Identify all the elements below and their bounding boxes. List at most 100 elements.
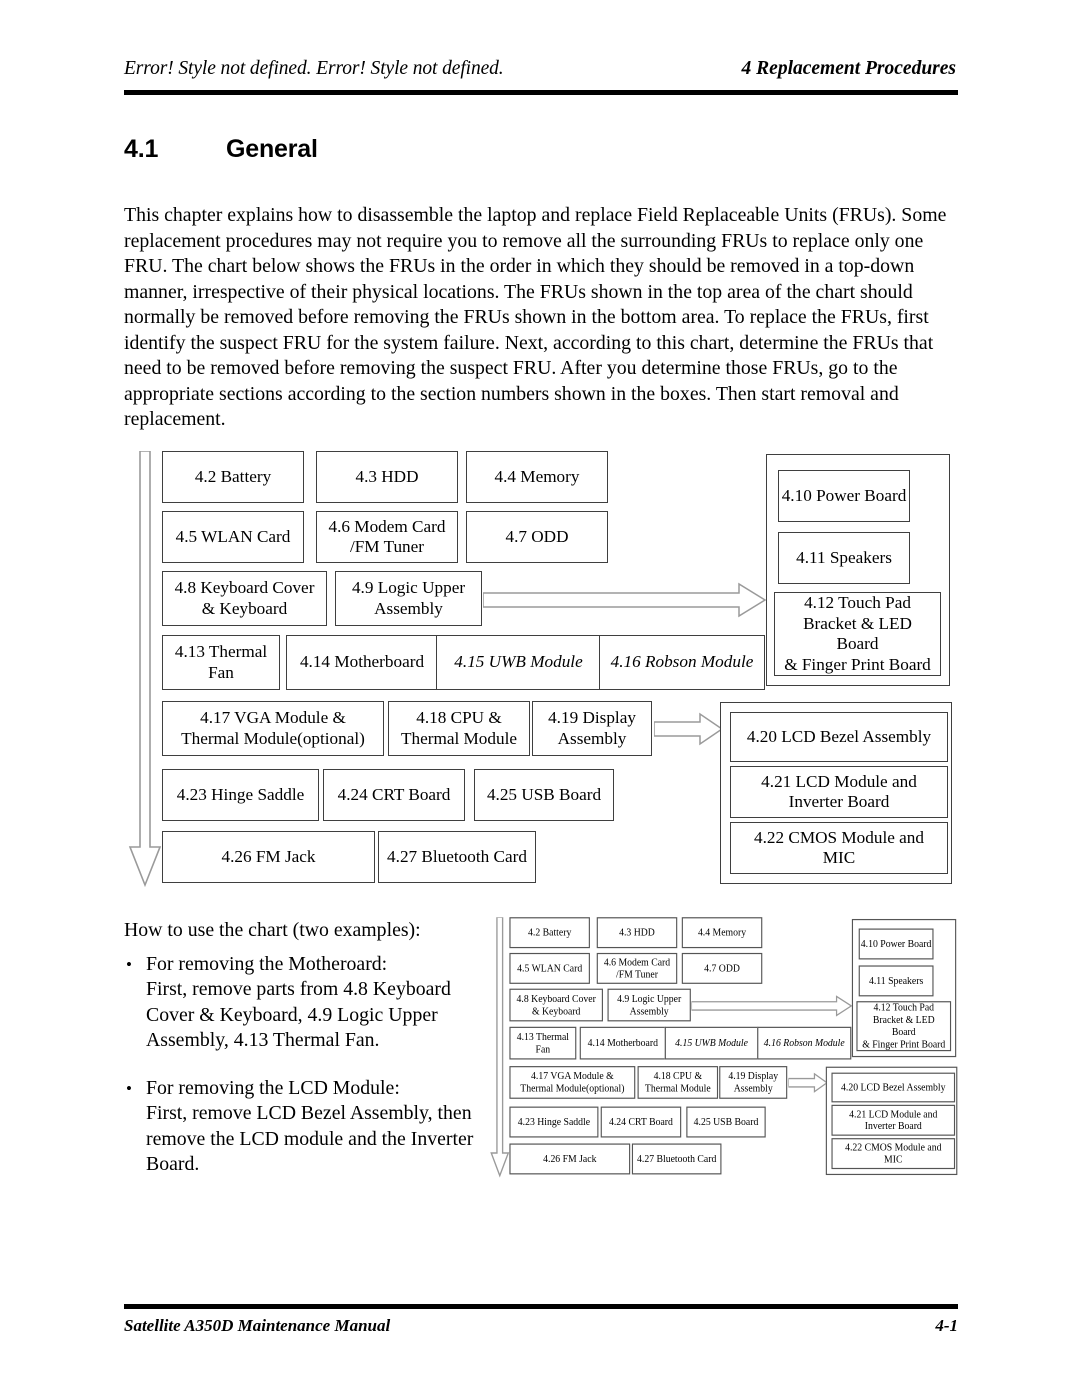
- chart-box-label: 4.11 Speakers: [868, 974, 924, 987]
- howto-item-detail: First, remove LCD Bezel Assembly, then r…: [146, 1102, 474, 1175]
- howto-item-title: For removing the Motheroard:: [146, 952, 388, 975]
- chart-box-b413: 4.13 Thermal Fan: [509, 1026, 577, 1060]
- chart-box-label: 4.7 ODD: [704, 962, 740, 974]
- howto-section: How to use the chart (two examples): • F…: [124, 918, 484, 1200]
- chart-box-b414: 4.14 Motherboard: [579, 1026, 666, 1060]
- chart-box-label: 4.26 FM Jack: [221, 846, 316, 866]
- arrow-right-lower-icon: [788, 1072, 829, 1093]
- fru-removal-chart: 4.2 Battery 4.3 HDD 4.4 Memory 4.5 WLAN Car…: [126, 449, 952, 889]
- footer-page-number: 4-1: [935, 1316, 958, 1335]
- thumbnail-chart-inner: 4.2 Battery 4.3 HDD 4.4 Memory 4.5 WLAN Car…: [489, 916, 958, 1178]
- chart-box-b425: 4.25 USB Board: [474, 769, 614, 821]
- chart-box-label: 4.26 FM Jack: [543, 1152, 597, 1165]
- chart-box-label: 4.13 Thermal Fan: [174, 642, 268, 682]
- chart-box-label: 4.16 Robson Module: [763, 1037, 845, 1049]
- chart-box-b416: 4.16 Robson Module: [599, 635, 765, 690]
- chart-box-label: 4.8 Keyboard Cover & Keyboard: [516, 992, 596, 1017]
- chart-box-label: 4.4 Memory: [494, 466, 580, 486]
- chart-box-b421: 4.21 LCD Module and Inverter Board: [831, 1104, 956, 1136]
- chart-box-b49: 4.9 Logic Upper Assembly: [335, 571, 482, 626]
- chart-box-b42: 4.2 Battery: [162, 451, 304, 503]
- chart-box-b420: 4.20 LCD Bezel Assembly: [730, 712, 948, 762]
- chart-box-label: 4.19 Display Assembly: [548, 708, 636, 748]
- chart-box-label: 4.24 CRT Board: [608, 1115, 673, 1128]
- chart-box-label: 4.18 CPU & Thermal Module: [401, 708, 517, 748]
- chart-box-label: 4.27 Bluetooth Card: [637, 1152, 717, 1165]
- footer-rule: [124, 1304, 958, 1309]
- chart-box-label: 4.17 VGA Module & Thermal Module(optional…: [181, 708, 365, 748]
- section-title: General: [226, 135, 318, 163]
- chart-box-b423: 4.23 Hinge Saddle: [509, 1106, 599, 1138]
- chart-box-b426: 4.26 FM Jack: [509, 1143, 631, 1175]
- chart-box-b418: 4.18 CPU & Thermal Module: [388, 701, 530, 756]
- chart-box-label: 4.23 Hinge Saddle: [176, 784, 305, 804]
- chart-box-label: 4.25 USB Board: [693, 1115, 759, 1128]
- arrow-right-upper-icon: [483, 582, 767, 618]
- chart-box-b420: 4.20 LCD Bezel Assembly: [831, 1072, 956, 1103]
- chart-box-label: 4.9 Logic Upper Assembly: [617, 992, 682, 1017]
- chart-box-label: 4.24 CRT Board: [337, 784, 451, 804]
- chart-box-label: 4.13 Thermal Fan: [516, 1030, 570, 1055]
- chart-box-b415: 4.15 UWB Module: [664, 1026, 759, 1060]
- chart-box-b410: 4.10 Power Board: [858, 928, 934, 960]
- chart-box-b43: 4.3 HDD: [596, 917, 678, 949]
- chart-box-label: 4.27 Bluetooth Card: [387, 846, 527, 866]
- chart-box-label: 4.7 ODD: [505, 526, 569, 546]
- chart-box-b422: 4.22 CMOS Module and MIC: [831, 1138, 956, 1170]
- chart-box-b47: 4.7 ODD: [681, 952, 763, 984]
- chart-box-b47: 4.7 ODD: [466, 511, 608, 563]
- chart-box-b43: 4.3 HDD: [316, 451, 458, 503]
- chart-box-b45: 4.5 WLAN Card: [509, 952, 590, 984]
- list-item: • For removing the LCD Module: First, re…: [124, 1076, 484, 1178]
- chart-box-label: 4.22 CMOS Module and MIC: [754, 827, 924, 868]
- chart-box-b48: 4.8 Keyboard Cover & Keyboard: [509, 988, 603, 1022]
- arrow-right-lower-icon: [654, 712, 724, 746]
- chart-box-label: 4.20 LCD Bezel Assembly: [746, 726, 932, 746]
- page-footer: Satellite A350D Maintenance Manual 4-1: [124, 1316, 958, 1336]
- body-paragraph: This chapter explains how to disassemble…: [124, 204, 947, 430]
- chart-box-label: 4.2 Battery: [528, 926, 572, 938]
- chart-box-b411: 4.11 Speakers: [858, 965, 934, 997]
- chart-box-label: 4.21 LCD Module and Inverter Board: [849, 1108, 938, 1132]
- chart-box-b421: 4.21 LCD Module and Inverter Board: [730, 766, 948, 818]
- chart-box-b426: 4.26 FM Jack: [162, 831, 375, 883]
- chart-box-b427: 4.27 Bluetooth Card: [631, 1143, 722, 1175]
- chart-box-b427: 4.27 Bluetooth Card: [378, 831, 536, 883]
- chart-box-b49: 4.9 Logic Upper Assembly: [607, 988, 691, 1022]
- chart-box-label: 4.21 LCD Module and Inverter Board: [761, 771, 917, 812]
- chart-box-b416: 4.16 Robson Module: [757, 1026, 852, 1060]
- chart-box-b412: 4.12 Touch Pad Bracket & LED Board & Finger…: [774, 592, 941, 676]
- chart-box-b46: 4.6 Modem Card/FM Tuner: [316, 511, 458, 563]
- header-right-text: 4 Replacement Procedures: [741, 58, 956, 79]
- running-header: Error! Style not defined. Error! Style n…: [124, 58, 956, 80]
- chart-box-b415: 4.15 UWB Module: [436, 635, 601, 690]
- chart-box-b414: 4.14 Motherboard: [286, 635, 438, 690]
- chart-box-label: 4.2 Battery: [194, 466, 272, 486]
- chart-box-label: 4.9 Logic Upper Assembly: [351, 578, 466, 618]
- bullet-icon: •: [126, 954, 132, 974]
- chart-box-b419: 4.19 Display Assembly: [532, 701, 652, 756]
- chart-box-label: 4.4 Memory: [697, 926, 747, 938]
- chart-box-label: 4.14 Motherboard: [299, 652, 425, 672]
- chart-box-label: 4.14 Motherboard: [587, 1037, 658, 1049]
- chart-box-b45: 4.5 WLAN Card: [162, 511, 304, 563]
- arrow-right-upper-icon: [691, 995, 853, 1017]
- header-left-text: Error! Style not defined. Error! Style n…: [124, 58, 504, 79]
- chart-box-b42: 4.2 Battery: [509, 917, 590, 949]
- chart-box-label: 4.10 Power Board: [781, 485, 907, 505]
- footer-manual-title: Satellite A350D Maintenance Manual: [124, 1316, 391, 1335]
- howto-item-title: For removing the LCD Module:: [146, 1076, 400, 1099]
- bullet-icon: •: [126, 1078, 132, 1098]
- chart-box-label: 4.12 Touch Pad Bracket & LED Board & Finger…: [862, 1001, 946, 1050]
- chart-box-label: 4.15 UWB Module: [675, 1037, 748, 1049]
- page-title: 4.1 General: [124, 135, 318, 164]
- list-item: • For removing the Motheroard: First, re…: [124, 952, 484, 1054]
- chart-box-label: 4.3 HDD: [355, 466, 419, 486]
- header-rule: [124, 90, 958, 95]
- chart-box-b413: 4.13 Thermal Fan: [162, 635, 280, 690]
- chart-box-b46: 4.6 Modem Card/FM Tuner: [596, 952, 678, 984]
- chart-box-label: 4.16 Robson Module: [610, 652, 754, 672]
- chart-box-label: 4.15 UWB Module: [454, 652, 583, 672]
- chart-box-label: 4.6 Modem Card/FM Tuner: [328, 516, 446, 557]
- chart-box-b412: 4.12 Touch Pad Bracket & LED Board & Finger…: [856, 1001, 952, 1052]
